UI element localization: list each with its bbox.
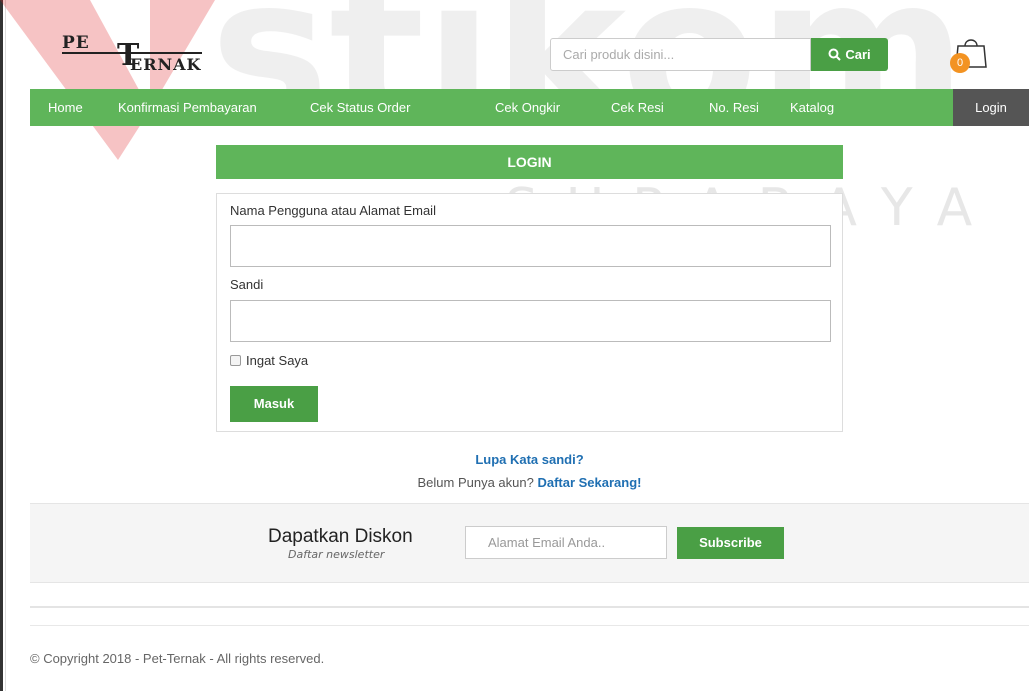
login-panel-title: LOGIN bbox=[216, 145, 843, 179]
nav-item-konfirmasi-pembayaran[interactable]: Konfirmasi Pembayaran bbox=[118, 89, 257, 126]
newsletter-email-input[interactable]: Alamat Email Anda.. bbox=[465, 526, 667, 559]
remember-checkbox[interactable] bbox=[230, 355, 241, 366]
login-form: Nama Pengguna atau Alamat Email Sandi In… bbox=[216, 193, 843, 432]
search-icon bbox=[828, 48, 842, 61]
newsletter-section: Dapatkan Diskon Daftar newsletter Alamat… bbox=[30, 503, 1029, 583]
register-prefix: Belum Punya akun? bbox=[417, 475, 538, 490]
footer-divider-secondary bbox=[30, 625, 1029, 626]
nav-item-cek-resi[interactable]: Cek Resi bbox=[611, 89, 664, 126]
remember-me[interactable]: Ingat Saya bbox=[230, 353, 308, 368]
footer-divider bbox=[30, 606, 1029, 608]
password-input[interactable] bbox=[230, 300, 831, 342]
nav-item-home[interactable]: Home bbox=[48, 89, 83, 126]
logo-ernak-text: ERNAK bbox=[130, 55, 202, 74]
search-input[interactable] bbox=[550, 38, 811, 71]
newsletter-subtitle: Daftar newsletter bbox=[288, 548, 385, 561]
nav-item-no-resi[interactable]: No. Resi bbox=[709, 89, 759, 126]
newsletter-title: Dapatkan Diskon bbox=[268, 526, 413, 547]
register-prompt: Belum Punya akun? Daftar Sekarang! bbox=[0, 475, 1029, 490]
frame-left-border bbox=[0, 0, 3, 691]
cart-count-badge: 0 bbox=[950, 53, 970, 73]
search-button-label: Cari bbox=[845, 47, 871, 62]
logo-pe-text: PE bbox=[62, 33, 90, 53]
forgot-password-link[interactable]: Lupa Kata sandi? bbox=[0, 452, 1029, 467]
subscribe-button[interactable]: Subscribe bbox=[677, 527, 784, 559]
site-logo[interactable]: PE T ERNAK bbox=[62, 33, 212, 81]
password-label: Sandi bbox=[230, 277, 264, 292]
nav-item-cek-status-order[interactable]: Cek Status Order bbox=[310, 89, 410, 126]
username-label: Nama Pengguna atau Alamat Email bbox=[230, 203, 436, 218]
main-nav: Home Konfirmasi Pembayaran Cek Status Or… bbox=[30, 89, 1029, 126]
cart-button[interactable]: 0 bbox=[950, 33, 990, 73]
remember-label: Ingat Saya bbox=[246, 353, 309, 368]
username-input[interactable] bbox=[230, 225, 831, 267]
search-button[interactable]: Cari bbox=[811, 38, 888, 71]
nav-item-katalog[interactable]: Katalog bbox=[790, 89, 834, 126]
nav-item-cek-ongkir[interactable]: Cek Ongkir bbox=[495, 89, 560, 126]
search-bar: Cari bbox=[550, 38, 889, 71]
frame-left-inner-border bbox=[5, 0, 6, 691]
register-link[interactable]: Daftar Sekarang! bbox=[537, 475, 641, 490]
copyright-text: © Copyright 2018 - Pet-Ternak - All righ… bbox=[30, 651, 325, 666]
nav-login-button[interactable]: Login bbox=[953, 89, 1029, 126]
login-submit-button[interactable]: Masuk bbox=[230, 386, 318, 422]
